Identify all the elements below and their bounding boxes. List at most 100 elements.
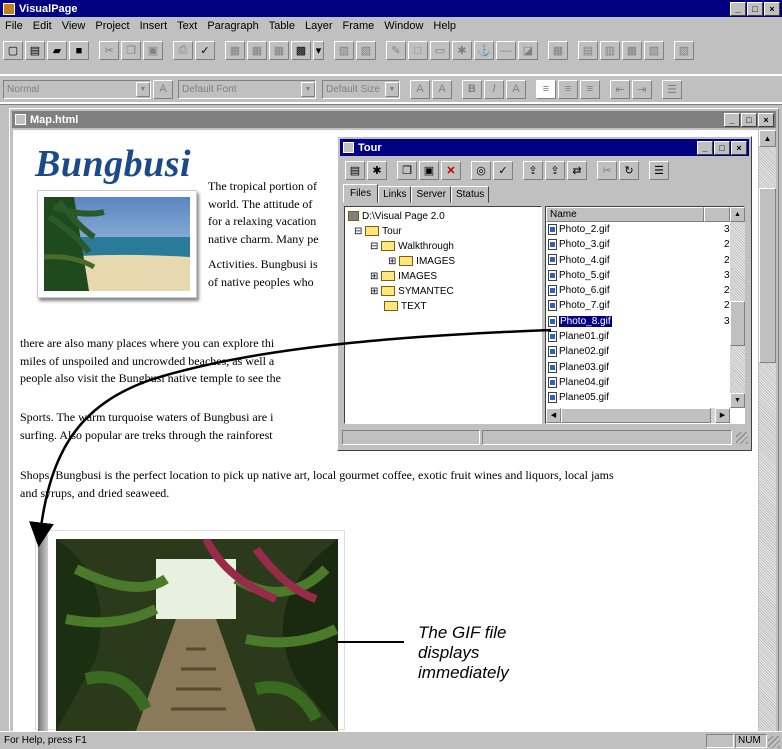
view-mode-2-icon[interactable]: ▦ (247, 41, 267, 60)
menu-frame[interactable]: Frame (343, 20, 375, 32)
font-select[interactable]: Default Font ▼ (178, 79, 316, 99)
close-button[interactable]: × (764, 1, 780, 16)
folder-tree[interactable]: D:\Visual Page 2.0 ⊟ Tour ⊟ Walkthrough … (344, 206, 542, 424)
table-insert-row-icon[interactable]: ▤ (578, 41, 598, 60)
tree-item[interactable]: ⊞ IMAGES (348, 254, 538, 269)
tree-item[interactable]: D:\Visual Page 2.0 (348, 209, 538, 224)
maximize-button[interactable]: □ (747, 1, 763, 16)
scroll-hthumb[interactable] (561, 408, 711, 423)
scroll-down-button[interactable]: ▼ (730, 393, 745, 408)
italic-icon[interactable]: I (484, 79, 504, 99)
tree-item[interactable]: ⊞ SYMANTEC (348, 284, 538, 299)
minimize-button[interactable]: _ (730, 1, 746, 16)
list-item[interactable]: Photo_4.gif 2 (548, 253, 730, 268)
list-item[interactable]: Photo_5.gif 3 (548, 268, 730, 283)
preview-icon[interactable]: ▩ (291, 41, 311, 60)
indent-icon[interactable]: ⇥ (632, 79, 652, 99)
menu-view[interactable]: View (62, 20, 86, 32)
align-center-icon[interactable]: ≡ (558, 79, 578, 99)
spellcheck-icon[interactable]: ✓ (195, 41, 215, 60)
table-merge-icon[interactable]: ▦ (622, 41, 642, 60)
scroll-left-button[interactable]: ◀ (546, 408, 561, 423)
pencil-icon[interactable]: ✎ (386, 41, 406, 60)
align-right-icon[interactable]: ≡ (580, 79, 600, 99)
table-icon[interactable]: ▦ (548, 41, 568, 60)
new-page-icon[interactable]: ✱ (367, 160, 387, 180)
menu-insert[interactable]: Insert (140, 20, 168, 32)
scroll-up-button[interactable]: ▲ (759, 130, 776, 147)
menu-table[interactable]: Table (269, 20, 295, 32)
table-insert-col-icon[interactable]: ▥ (600, 41, 620, 60)
file-list-vscroll[interactable]: ▲ ▼ (730, 207, 745, 408)
publish-icon[interactable]: ⇪ (523, 160, 543, 180)
tab-files[interactable]: Files (343, 184, 379, 203)
resize-grip-icon[interactable] (736, 432, 748, 444)
horizontal-rule-icon[interactable]: — (496, 41, 516, 60)
column-header-name[interactable]: Name (546, 207, 704, 222)
align-left-icon[interactable]: ≡ (536, 79, 556, 99)
cut-icon[interactable]: ✂ (99, 41, 119, 60)
tree-item[interactable]: TEXT (348, 299, 538, 314)
tree-item[interactable]: ⊟ Tour (348, 224, 538, 239)
delete-icon[interactable]: ✕ (441, 160, 461, 180)
applet-icon[interactable]: ✱ (452, 41, 472, 60)
list-item[interactable]: Plane03.gif (548, 360, 730, 375)
menu-text[interactable]: Text (177, 20, 197, 32)
refresh-icon[interactable]: ↻ (619, 160, 639, 180)
list-item[interactable]: Photo_2.gif 3 (548, 222, 730, 237)
site-icon[interactable]: ▨ (356, 41, 376, 60)
tree-item[interactable]: ⊟ Walkthrough (348, 239, 538, 254)
preview-dropdown-icon[interactable]: ▾ (313, 41, 324, 60)
table-split-icon[interactable]: ▧ (644, 41, 664, 60)
doc-close-button[interactable]: × (758, 112, 774, 127)
properties-icon[interactable]: ☰ (649, 160, 669, 180)
menu-file[interactable]: File (5, 20, 23, 32)
check-links-icon[interactable]: ✓ (493, 160, 513, 180)
file-list[interactable]: Name Photo_2.gif 3 Photo_3.gif 2 Photo_4.g… (545, 206, 745, 424)
paste-icon[interactable]: ▣ (143, 41, 163, 60)
publish-all-icon[interactable]: ⇪ (545, 160, 565, 180)
list-item[interactable]: Photo_3.gif 2 (548, 237, 730, 252)
new-folder-icon[interactable]: ▤ (345, 160, 365, 180)
view-mode-1-icon[interactable]: ▦ (225, 41, 245, 60)
tour-maximize-button[interactable]: □ (714, 140, 730, 155)
font-size-increase-icon[interactable]: A (153, 79, 173, 99)
open-project-icon[interactable]: ▤ (25, 41, 45, 60)
tree-item[interactable]: ⊞ IMAGES (348, 269, 538, 284)
column-header-size[interactable] (704, 207, 730, 222)
tour-close-button[interactable]: × (731, 140, 747, 155)
size-select[interactable]: Default Size ▼ (322, 79, 400, 99)
menu-window[interactable]: Window (384, 20, 423, 32)
scroll-thumb[interactable] (759, 188, 776, 363)
list-item[interactable]: Photo_7.gif 2 (548, 298, 730, 313)
bold-icon[interactable]: B (462, 79, 482, 99)
style-select[interactable]: Normal ▼ (3, 79, 151, 99)
copy-icon[interactable]: ❐ (121, 41, 141, 60)
scroll-right-button[interactable]: ▶ (715, 408, 730, 423)
larger-text-icon[interactable]: A (432, 79, 452, 99)
page-properties-icon[interactable]: ▧ (334, 41, 354, 60)
add-files-icon[interactable]: ❐ (397, 160, 417, 180)
form-icon[interactable]: ▭ (430, 41, 450, 60)
tab-server[interactable]: Server (411, 186, 451, 203)
menu-layer[interactable]: Layer (305, 20, 333, 32)
scroll-up-button[interactable]: ▲ (730, 207, 745, 222)
tab-links[interactable]: Links (378, 186, 412, 203)
list-item[interactable]: Plane02.gif (548, 344, 730, 359)
list-item[interactable]: Plane04.gif (548, 375, 730, 390)
find-icon[interactable]: ◎ (471, 160, 491, 180)
new-file-icon[interactable]: ▢ (3, 41, 23, 60)
list-item[interactable]: Photo_6.gif 2 (548, 283, 730, 298)
stop-icon[interactable]: ✂ (597, 160, 617, 180)
tab-status[interactable]: Status (450, 186, 490, 203)
menu-help[interactable]: Help (433, 20, 456, 32)
list-icon[interactable]: ☰ (662, 79, 682, 99)
smaller-text-icon[interactable]: A (410, 79, 430, 99)
view-mode-3-icon[interactable]: ▦ (269, 41, 289, 60)
list-item[interactable]: Plane01.gif (548, 329, 730, 344)
text-color-icon[interactable]: A (506, 79, 526, 99)
sync-icon[interactable]: ⇄ (567, 160, 587, 180)
file-list-hscroll[interactable]: ◀ ▶ (546, 408, 730, 423)
tour-minimize-button[interactable]: _ (697, 140, 713, 155)
doc-minimize-button[interactable]: _ (724, 112, 740, 127)
